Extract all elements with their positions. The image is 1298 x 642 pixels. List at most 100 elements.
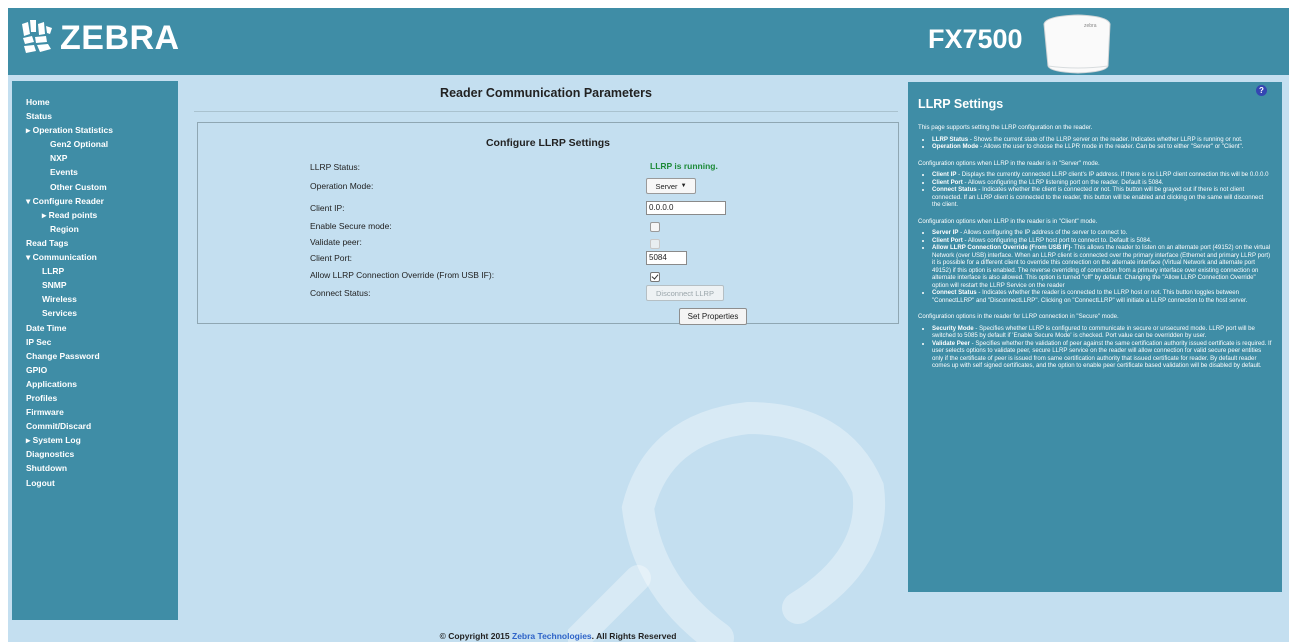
operation-mode-dropdown[interactable]: Server ▼ <box>646 178 696 194</box>
validate-peer-label: Validate peer: <box>310 237 362 247</box>
secure-mode-label: Enable Secure mode: <box>310 221 392 231</box>
help-list-item: Client IP - Displays the currently conne… <box>932 171 1272 179</box>
sidebar-item[interactable]: Region <box>12 222 178 236</box>
help-list-item: Server IP - Allows configuring the IP ad… <box>932 229 1272 237</box>
help-text: - Indicates whether the reader is connec… <box>932 289 1248 304</box>
help-term: Server IP <box>932 229 959 236</box>
client-port-field[interactable]: 5084 <box>646 251 687 265</box>
validate-peer-checkbox <box>650 239 660 249</box>
device-label: zebra <box>1084 23 1097 29</box>
page-title: Reader Communication Parameters <box>440 86 652 100</box>
sidebar-item[interactable]: Events <box>12 165 178 179</box>
caret-down-icon: ▼ <box>680 183 687 189</box>
secure-mode-checkbox[interactable] <box>650 222 660 232</box>
main-content: Reader Communication Parameters Configur… <box>190 81 902 626</box>
help-text: - Displays the currently connected LLRP … <box>956 171 1269 178</box>
help-text: - Allows configuring the LLRP listening … <box>962 178 1164 186</box>
llrp-settings-panel: Configure LLRP Settings LLRP Status: LLR… <box>197 122 899 325</box>
client-port-label: Client Port: <box>310 253 353 263</box>
help-text: - Shows the current state of the LLRP se… <box>968 135 1243 143</box>
sidebar-item[interactable]: Change Password <box>12 349 178 363</box>
sidebar-item[interactable]: ▾ Configure Reader <box>12 194 178 208</box>
sidebar-item[interactable]: Diagnostics <box>12 447 178 461</box>
footer-rights: . All Rights Reserved <box>591 631 677 641</box>
sidebar-item[interactable]: Status <box>12 109 178 123</box>
help-term: Connect Status <box>932 289 977 296</box>
help-list-item: LLRP Status - Shows the current state of… <box>932 136 1272 144</box>
help-icon[interactable]: ? <box>1256 85 1267 96</box>
help-text: - Allows configuring the LLRP host port … <box>962 236 1152 244</box>
sidebar-item[interactable]: LLRP <box>12 264 178 278</box>
llrp-status-label: LLRP Status: <box>310 162 360 172</box>
sidebar-item[interactable]: IP Sec <box>12 335 178 349</box>
sidebar-item[interactable]: ▸ Read points <box>12 208 178 222</box>
title-divider <box>194 111 898 112</box>
zebra-logo[interactable]: ZEBRA <box>18 18 180 58</box>
sidebar-item[interactable]: Services <box>12 306 178 320</box>
help-list-item: Connect Status - Indicates whether the r… <box>932 289 1272 304</box>
sidebar-item[interactable]: SNMP <box>12 278 178 292</box>
llrp-status-value: LLRP is running. <box>650 161 718 171</box>
help-server-heading: Configuration options when LLRP in the r… <box>918 159 1100 167</box>
sidebar-item[interactable]: ▸ System Log <box>12 433 178 447</box>
page-frame: ZEBRA FX7500 zebra Home Status ▸ Operation… <box>8 8 1289 642</box>
sidebar-item[interactable]: Firmware <box>12 405 178 419</box>
help-list-item: Client Port - Allows configuring the LLR… <box>932 237 1272 245</box>
help-term: Validate Peer <box>932 339 970 347</box>
client-ip-field[interactable]: 0.0.0.0 <box>646 201 726 215</box>
disconnect-llrp-button[interactable]: Disconnect LLRP <box>646 285 724 301</box>
override-checkbox[interactable] <box>650 272 660 282</box>
help-list-item: Operation Mode - Allows the user to choo… <box>932 143 1272 151</box>
sidebar-item[interactable]: Wireless <box>12 292 178 306</box>
help-list: Security Mode - Specifies whether LLRP i… <box>918 325 1272 370</box>
help-term: LLRP Status <box>932 135 969 143</box>
sidebar-item[interactable]: ▾ Communication <box>12 250 178 264</box>
help-secure-heading: Configuration options in the reader for … <box>918 313 1119 320</box>
help-list-item: Connect Status - Indicates whether the c… <box>932 186 1272 209</box>
help-term: Allow LLRP Connection Override (From USB… <box>932 244 1071 251</box>
help-term: Client Port <box>932 236 963 244</box>
help-client-heading: Configuration options when LLRP in the r… <box>918 217 1098 225</box>
help-text: - Allows the user to choose the LLPR mod… <box>978 143 1244 150</box>
sidebar-item[interactable]: Date Time <box>12 321 178 335</box>
connect-status-label: Connect Status: <box>310 288 371 298</box>
sidebar-item[interactable]: Home <box>12 95 178 109</box>
help-term: Security Mode <box>932 324 974 332</box>
help-body: This page supports setting the LLRP conf… <box>918 124 1272 375</box>
help-text: - This allows the reader to listen on an… <box>932 244 1271 289</box>
sidebar-item[interactable]: Profiles <box>12 391 178 405</box>
help-list-item: Validate Peer - Specifies whether the va… <box>932 340 1272 370</box>
help-list-item: Client Port - Allows configuring the LLR… <box>932 179 1272 187</box>
sidebar-item[interactable]: Commit/Discard <box>12 419 178 433</box>
sidebar-item[interactable]: Read Tags <box>12 236 178 250</box>
sidebar-item[interactable]: Logout <box>12 476 178 490</box>
help-term: Client Port <box>932 178 963 186</box>
header: ZEBRA FX7500 zebra <box>8 8 1289 75</box>
sidebar-item[interactable]: NXP <box>12 151 178 165</box>
brand-name: ZEBRA <box>60 18 180 57</box>
model-name: FX7500 <box>928 24 1023 54</box>
sidebar-item[interactable]: Shutdown <box>12 461 178 475</box>
help-intro: This page supports setting the LLRP conf… <box>918 124 1093 131</box>
footer: © Copyright 2015 Zebra Technologies. All… <box>8 631 1108 641</box>
help-term: Operation Mode <box>932 143 979 150</box>
sidebar-item[interactable]: Applications <box>12 377 178 391</box>
help-title: LLRP Settings <box>918 97 1004 111</box>
footer-link[interactable]: Zebra Technologies <box>512 631 592 641</box>
operation-mode-value: Server <box>655 181 678 191</box>
help-text: - Specifies whether the validation of pe… <box>932 339 1272 370</box>
sidebar-item[interactable]: GPIO <box>12 363 178 377</box>
override-label: Allow LLRP Connection Override (From USB… <box>310 270 495 280</box>
sidebar-nav: Home Status ▸ Operation Statistics Gen2 Opt… <box>12 81 178 620</box>
sidebar-item[interactable]: Other Custom <box>12 180 178 194</box>
reader-device-image: zebra <box>1043 14 1111 74</box>
sidebar-item[interactable]: ▸ Operation Statistics <box>12 123 178 137</box>
footer-copyright: © Copyright 2015 <box>439 631 512 641</box>
help-list: Server IP - Allows configuring the IP ad… <box>918 229 1272 304</box>
help-list-item: Allow LLRP Connection Override (From USB… <box>932 244 1272 289</box>
help-term: Connect Status <box>932 186 977 193</box>
set-properties-button[interactable]: Set Properties <box>679 308 747 325</box>
sidebar-item[interactable]: Gen2 Optional <box>12 137 178 151</box>
help-panel: ? LLRP Settings This page supports setti… <box>908 82 1282 592</box>
help-text: - Specifies whether LLRP is configured t… <box>932 324 1255 340</box>
